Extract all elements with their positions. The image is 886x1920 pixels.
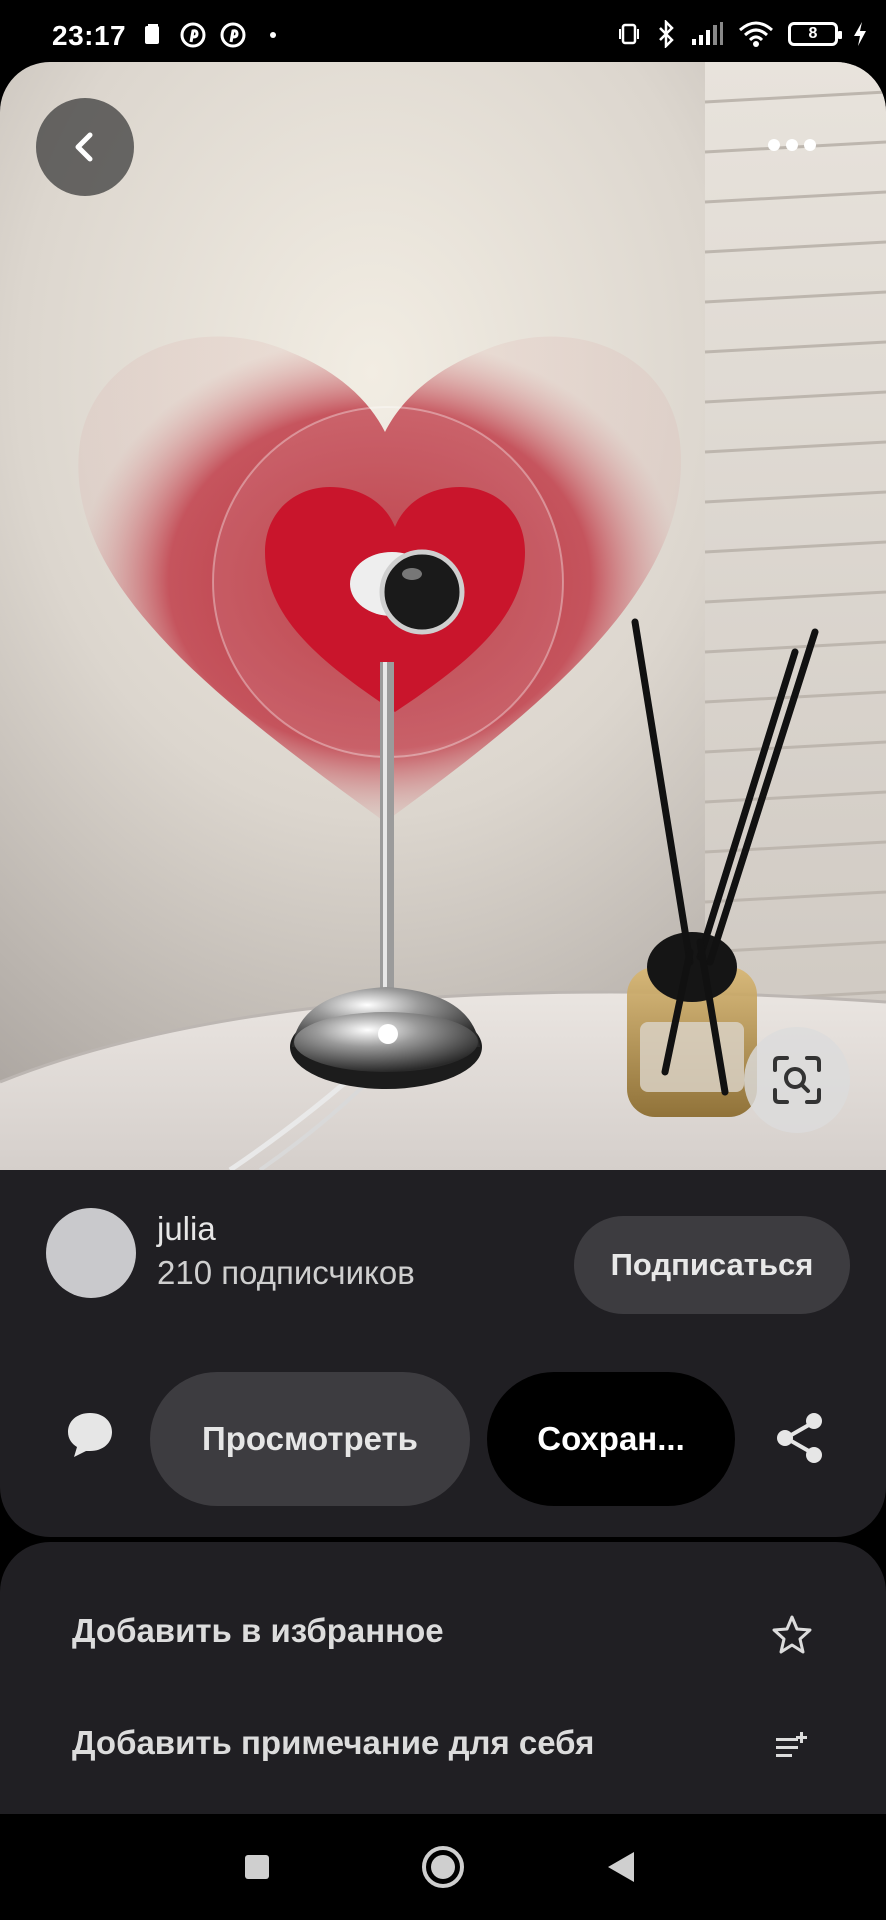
status-bar: 23:17 8	[0, 0, 886, 62]
visual-search-icon	[773, 1056, 821, 1104]
notification-icon	[145, 24, 159, 44]
back-arrow-icon	[75, 132, 93, 162]
add-note-icon	[770, 1724, 814, 1768]
view-button[interactable]: Просмотреть	[150, 1372, 470, 1506]
status-notifications	[140, 22, 286, 48]
more-icon-dot	[768, 139, 780, 151]
recents-icon[interactable]	[245, 1855, 269, 1879]
status-time: 23:17	[52, 20, 127, 51]
save-button[interactable]: Сохран...	[487, 1372, 735, 1506]
visual-search-button[interactable]	[744, 1027, 850, 1133]
menu-item-label: Добавить в избранное	[72, 1612, 444, 1649]
status-system-icons: 8	[616, 20, 868, 48]
bluetooth-icon	[659, 20, 674, 48]
dot-icon	[270, 32, 276, 38]
menu-item-add-note[interactable]: Добавить примечание для себя	[0, 1694, 886, 1794]
more-icon-dot	[786, 139, 798, 151]
back-icon[interactable]	[608, 1852, 634, 1882]
system-nav-bar	[0, 1814, 886, 1920]
options-sheet: Добавить в избранное Добавить примечание…	[0, 1542, 886, 1814]
more-icon-dot	[804, 139, 816, 151]
pin-card: julia 210 подписчиков Подписаться Просмо…	[0, 62, 886, 1537]
home-icon[interactable]	[422, 1846, 464, 1888]
author-name[interactable]: julia	[157, 1210, 216, 1248]
menu-item-label: Добавить примечание для себя	[72, 1724, 595, 1761]
star-icon	[770, 1612, 814, 1656]
wifi-icon	[739, 21, 773, 47]
signal-icon	[692, 22, 723, 45]
charging-icon	[854, 22, 866, 46]
more-options-button[interactable]	[756, 120, 828, 170]
pin-image[interactable]	[0, 62, 886, 1170]
battery-level: 8	[808, 25, 818, 42]
author-row: julia 210 подписчиков Подписаться	[0, 1170, 886, 1340]
share-icon	[777, 1413, 822, 1463]
action-row: Просмотреть Сохран...	[0, 1352, 886, 1512]
comment-icon	[68, 1413, 112, 1457]
avatar[interactable]	[46, 1208, 136, 1298]
share-button[interactable]	[770, 1408, 830, 1468]
back-button[interactable]	[36, 98, 134, 196]
vibrate-icon	[619, 23, 639, 45]
battery-icon: 8	[788, 22, 842, 46]
menu-item-add-favorite[interactable]: Добавить в избранное	[0, 1582, 886, 1682]
pinterest-icon	[220, 22, 246, 48]
comment-button[interactable]	[60, 1405, 120, 1465]
follow-button[interactable]: Подписаться	[574, 1216, 850, 1314]
followers-count: 210 подписчиков	[157, 1254, 415, 1291]
pinterest-icon	[180, 22, 206, 48]
